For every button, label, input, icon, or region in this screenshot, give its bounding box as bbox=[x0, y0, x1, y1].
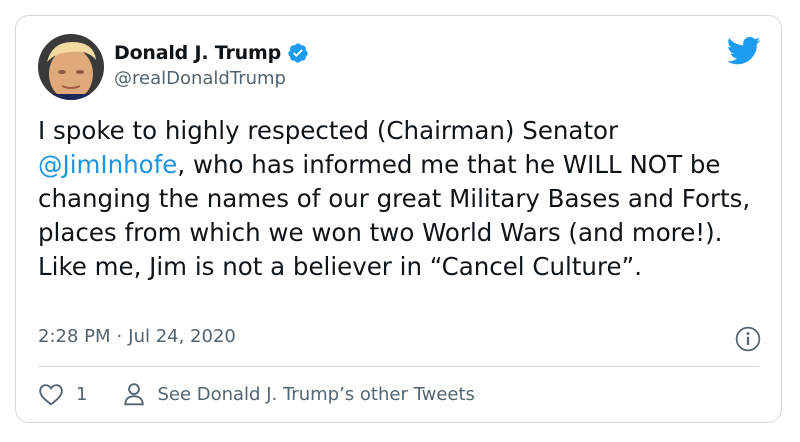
twitter-bird-icon[interactable] bbox=[727, 36, 761, 66]
other-tweets-link[interactable]: See Donald J. Trump’s other Tweets bbox=[123, 382, 475, 406]
tweet-text-part1: I spoke to highly respected (Chairman) S… bbox=[38, 116, 619, 145]
info-icon[interactable] bbox=[735, 326, 761, 352]
other-tweets-label[interactable]: See Donald J. Trump’s other Tweets bbox=[157, 384, 474, 405]
like-button[interactable]: 1 bbox=[38, 382, 87, 406]
author-display-name[interactable]: Donald J. Trump bbox=[114, 42, 281, 64]
tweet-text: I spoke to highly respected (Chairman) S… bbox=[38, 114, 768, 284]
tweet-card[interactable]: Donald J. Trump @realDonaldTrump I spoke… bbox=[15, 15, 782, 423]
timestamp-separator: · bbox=[116, 326, 123, 347]
person-icon bbox=[124, 383, 145, 406]
tweet-time[interactable]: 2:28 PM bbox=[38, 326, 111, 347]
author-handle[interactable]: @realDonaldTrump bbox=[114, 68, 286, 89]
mention-link[interactable]: @JimInhofe bbox=[38, 150, 177, 179]
tweet-timestamp[interactable]: 2:28 PM · Jul 24, 2020 bbox=[38, 326, 236, 347]
avatar[interactable] bbox=[38, 34, 104, 100]
tweet-date[interactable]: Jul 24, 2020 bbox=[128, 326, 236, 347]
verified-badge-icon bbox=[288, 43, 308, 63]
heart-icon bbox=[39, 384, 63, 406]
divider bbox=[38, 366, 759, 367]
tweet-actions: 1 See Donald J. Trump’s other Tweets bbox=[38, 382, 475, 406]
like-count: 1 bbox=[76, 383, 88, 405]
